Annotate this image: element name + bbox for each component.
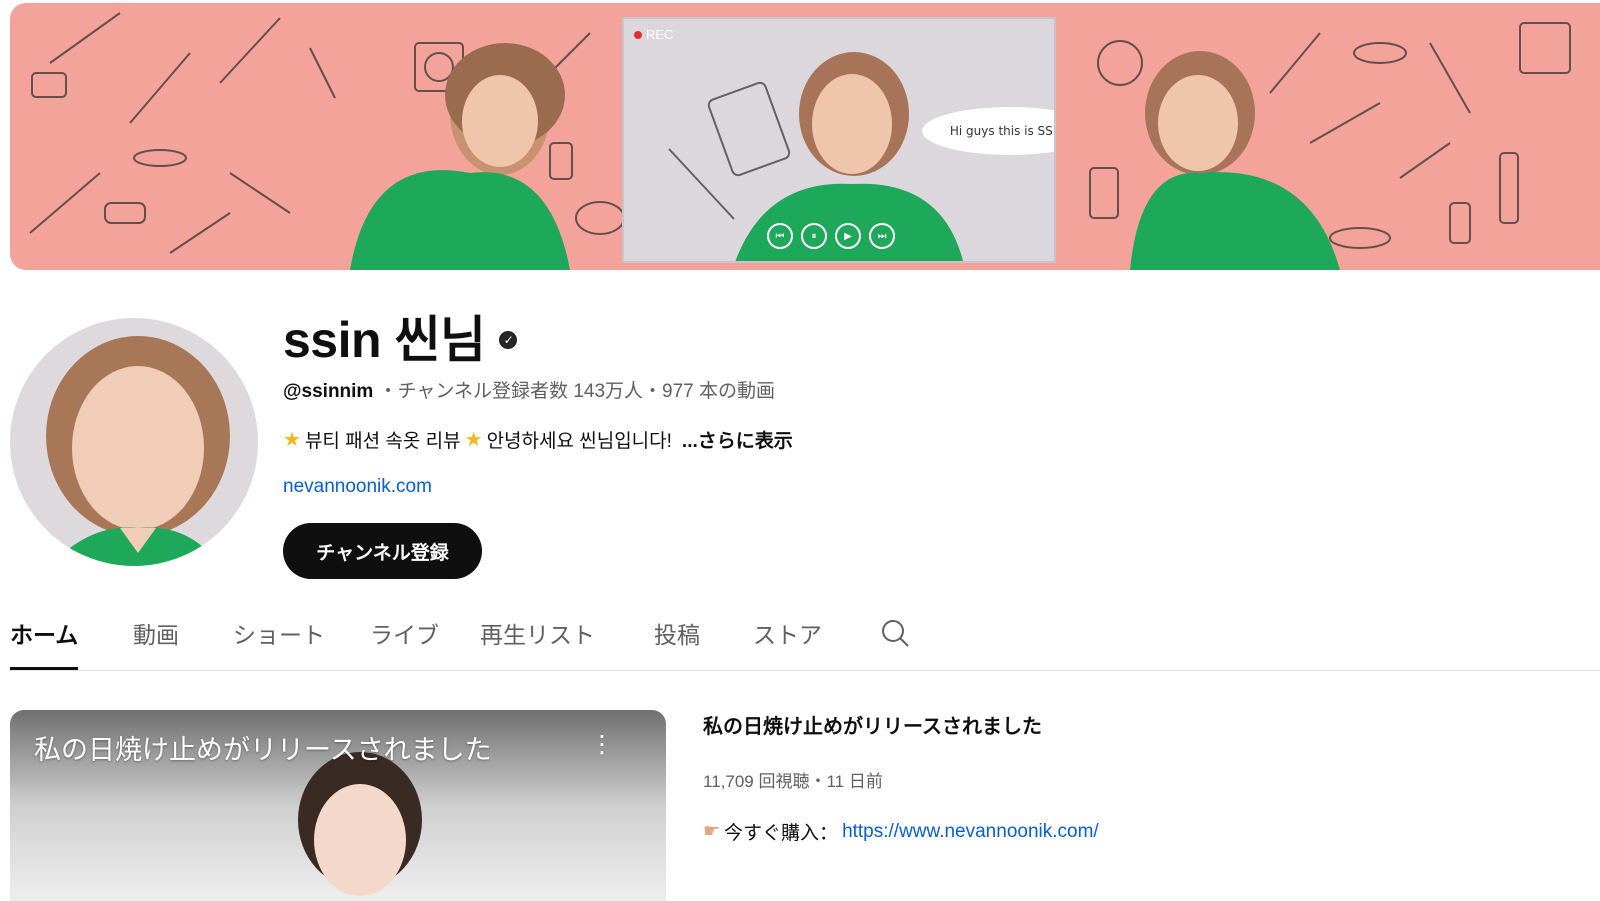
thumbnail-title: 私の日焼け止めがリリースされました	[34, 735, 492, 765]
description-url[interactable]: https://www.nevannoonik.com/	[842, 821, 1099, 843]
right-model-figure	[1130, 51, 1340, 270]
channel-banner: REC Hi guys this is SSIN! ⏮ ⏸ ▶ ⏭	[10, 3, 1600, 270]
star-icon: ★	[283, 429, 301, 451]
channel-description[interactable]: ★ 뷰티 패션 속옷 리뷰 ★ 안녕하세요 씬님입니다! ...さらに表示	[283, 426, 793, 453]
channel-tabs: ホーム 動画 ショート ライブ 再生リスト 投稿 ストア	[10, 604, 1600, 671]
pointing-hand-icon: ☛	[703, 821, 721, 842]
description-greeting: 안녕하세요 씬님입니다!	[486, 431, 672, 452]
tab-store[interactable]: ストア	[753, 616, 822, 670]
tab-videos[interactable]: 動画	[133, 616, 179, 670]
featured-video-description: ☛ 今すぐ購入： https://www.nevannoonik.com/	[703, 818, 1099, 845]
tab-live[interactable]: ライブ	[370, 616, 439, 670]
description-prefix: 今すぐ購入：	[724, 823, 839, 844]
rec-frame: REC Hi guys this is SSIN! ⏮ ⏸ ▶ ⏭	[622, 17, 1056, 263]
featured-video-meta: 11,709 回視聴・11 日前	[703, 772, 883, 791]
more-vert-icon[interactable]: ⋮	[590, 730, 614, 759]
channel-link[interactable]: nevannoonik.com	[283, 476, 432, 498]
check-circle-icon: ✓	[499, 331, 518, 349]
player-controls: ⏮ ⏸ ▶ ⏭	[767, 223, 895, 249]
tab-home[interactable]: ホーム	[10, 616, 79, 670]
show-more-link[interactable]: ...さらに表示	[682, 426, 793, 453]
avatar-portrait	[46, 336, 230, 566]
skip-back-icon: ⏮	[767, 223, 793, 249]
description-text: 뷰티 패션 속옷 리뷰	[304, 431, 461, 452]
speech-text: Hi guys this is SSIN!	[949, 124, 1056, 138]
skip-forward-icon: ⏭	[869, 223, 895, 249]
channel-handle: @ssinnim	[283, 381, 374, 402]
channel-name-text: ssin 씬님	[283, 312, 486, 368]
channel-stats: ・チャンネル登録者数 143万人・977 本の動画	[378, 381, 775, 402]
featured-video-title[interactable]: 私の日焼け止めがリリースされました	[703, 710, 1042, 739]
tab-playlists[interactable]: 再生リスト	[480, 616, 595, 670]
channel-name: ssin 씬님 ✓	[283, 300, 518, 372]
featured-video-thumbnail[interactable]: 私の日焼け止めがリリースされました ⋮	[10, 710, 666, 901]
tab-posts[interactable]: 投稿	[654, 616, 700, 670]
channel-avatar[interactable]	[10, 318, 258, 566]
search-icon[interactable]	[880, 618, 910, 653]
subscribe-button[interactable]: チャンネル登録	[283, 523, 482, 579]
tab-shorts[interactable]: ショート	[233, 616, 325, 670]
star-icon: ★	[464, 429, 483, 451]
play-icon: ▶	[835, 223, 861, 249]
channel-meta: @ssinnim ・チャンネル登録者数 143万人・977 本の動画	[283, 376, 775, 403]
pause-icon: ⏸	[801, 223, 827, 249]
left-model-figure	[350, 43, 570, 270]
